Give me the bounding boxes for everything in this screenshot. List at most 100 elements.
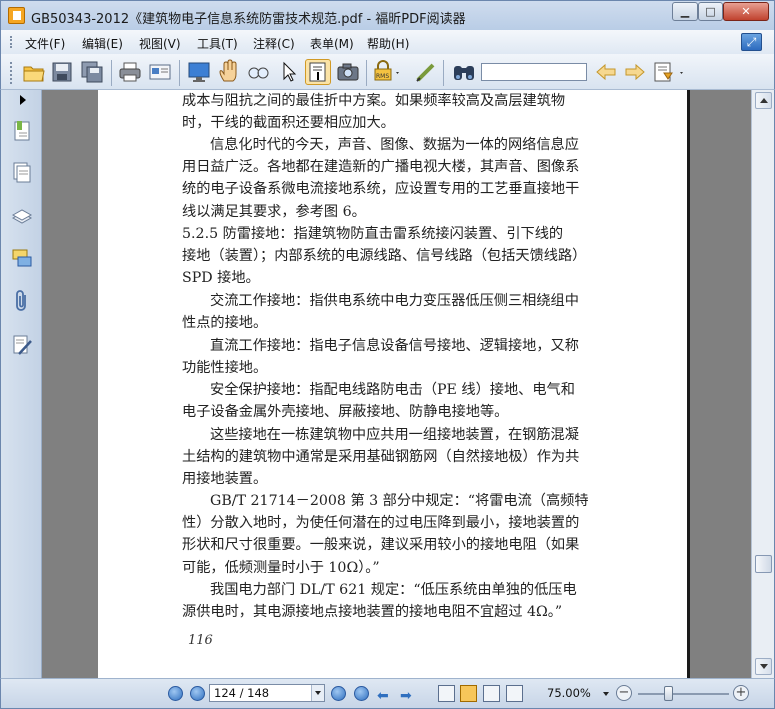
menu-form[interactable]: 表单(M) — [310, 35, 354, 52]
page-number-label: 116 — [188, 633, 213, 648]
page-dropdown-icon[interactable] — [311, 685, 324, 701]
zoom-in-icon[interactable]: + — [733, 685, 749, 701]
text-line: 直流工作接地：指电子信息设备信号接地、逻辑接地，又称 — [210, 338, 579, 354]
zoom-out-icon[interactable]: − — [616, 685, 632, 701]
text-line: 安全保护接地：指配电线路防电击（PE 线）接地、电气和 — [210, 382, 575, 398]
page-number-field[interactable]: 124 / 148 — [209, 684, 325, 702]
search-options-icon[interactable] — [652, 59, 683, 85]
close-button[interactable]: ✕ — [723, 2, 769, 21]
go-back-icon[interactable]: ⬅ — [377, 688, 389, 704]
menu-help[interactable]: 帮助(H) — [367, 35, 409, 52]
text-line: 时，干线的截面积还要相应加大。 — [182, 115, 395, 132]
minimize-button[interactable]: ▁ — [672, 2, 698, 21]
zoom-level[interactable]: 75.00% — [547, 686, 591, 700]
continuous-facing-view-icon[interactable] — [506, 685, 523, 702]
last-page-icon[interactable] — [354, 686, 369, 701]
email-icon[interactable] — [147, 59, 173, 85]
document-view[interactable]: 成本与阻抗之间的最佳折中方案。如果频率较高及高层建筑物 时，干线的截面积还要相应… — [42, 90, 751, 678]
bookmarks-icon[interactable] — [11, 119, 33, 143]
print-icon[interactable] — [117, 59, 143, 85]
vertical-scrollbar[interactable] — [751, 90, 775, 678]
paragraph: 我国电力部门 DL/T 621 规定：“低压系统由单独的低压电 源供电时，其电源… — [182, 579, 596, 623]
attachments-icon[interactable] — [11, 289, 33, 313]
save-icon[interactable] — [49, 59, 75, 85]
paragraph: 直流工作接地：指电子信息设备信号接地、逻辑接地，又称 功能性接地。 — [182, 335, 596, 379]
toolbar-grip — [10, 62, 12, 84]
next-page-icon[interactable] — [331, 686, 346, 701]
pdf-page: 成本与阻抗之间的最佳折中方案。如果频率较高及高层建筑物 时，干线的截面积还要相应… — [98, 90, 690, 678]
navigation-panel — [0, 90, 42, 678]
rms-icon[interactable]: RMS — [370, 59, 399, 85]
comments-icon[interactable] — [11, 247, 33, 271]
text-line: 功能性接地。 — [182, 360, 268, 377]
pages-icon[interactable] — [11, 161, 33, 185]
window-title: GB50343-2012《建筑物电子信息系统防雷技术规范.pdf - 福昕PDF… — [31, 12, 466, 27]
zoom-slider-track[interactable] — [638, 693, 729, 695]
select-arrow-icon[interactable] — [275, 59, 301, 85]
text-line: 用接地装置。 — [182, 471, 268, 488]
previous-page-icon[interactable] — [190, 686, 205, 701]
scroll-down-button[interactable] — [755, 658, 772, 675]
zoom-tool-icon[interactable] — [245, 59, 271, 85]
text-line: 线以满足其要求，参考图 6。 — [182, 203, 366, 220]
fullscreen-icon[interactable] — [186, 59, 212, 85]
text-line: 土结构的建筑物中通常是采用基础钢筋网（自然接地极）作为共 — [182, 449, 580, 466]
search-prev-icon[interactable] — [593, 59, 619, 85]
scrollbar-thumb[interactable] — [755, 555, 772, 573]
foxit-app-icon — [8, 7, 25, 24]
signatures-icon[interactable] — [11, 333, 33, 357]
paragraph: 交流工作接地：指供电系统中电力变压器低压侧三相绕组中 性点的接地。 — [182, 290, 596, 334]
expand-panel-arrow-icon[interactable] — [20, 95, 26, 105]
paragraph: 安全保护接地：指配电线路防电击（PE 线）接地、电气和 电子设备金属外壳接地、屏… — [182, 379, 596, 423]
paragraph: 成本与阻抗之间的最佳折中方案。如果频率较高及高层建筑物 时，干线的截面积还要相应… — [182, 90, 596, 134]
hand-tool-icon[interactable] — [216, 59, 242, 85]
text-select-icon[interactable] — [305, 59, 331, 85]
text-line: 用日益广泛。各地都在建造新的广播电视大楼，其声音、图像系 — [182, 159, 580, 176]
layers-icon[interactable] — [11, 204, 33, 228]
text-line: 我国电力部门 DL/T 621 规定：“低压系统由单独的低压电 — [210, 582, 577, 598]
text-line: 成本与阻抗之间的最佳折中方案。如果频率较高及高层建筑物 — [182, 93, 566, 109]
continuous-view-icon[interactable] — [460, 685, 477, 702]
save-all-icon[interactable] — [79, 59, 105, 85]
zoom-dropdown-icon[interactable] — [603, 692, 609, 696]
title-bar: GB50343-2012《建筑物电子信息系统防雷技术规范.pdf - 福昕PDF… — [0, 0, 775, 30]
menu-comment[interactable]: 注释(C) — [253, 35, 295, 52]
search-next-icon[interactable] — [622, 59, 648, 85]
menu-file[interactable]: 文件(F) — [25, 35, 65, 52]
go-forward-icon[interactable]: ➡ — [400, 688, 412, 704]
sign-icon[interactable] — [413, 59, 439, 85]
toolbar: RMS — [0, 54, 775, 90]
first-page-icon[interactable] — [168, 686, 183, 701]
toolbar-separator — [443, 60, 444, 86]
toolbar-separator — [111, 60, 112, 86]
zoom-slider-thumb[interactable] — [664, 686, 673, 701]
find-binoculars-icon[interactable] — [451, 59, 477, 85]
expand-window-icon[interactable]: ⤢ — [741, 33, 762, 51]
snapshot-icon[interactable] — [335, 59, 361, 85]
menu-edit[interactable]: 编辑(E) — [82, 35, 123, 52]
text-line: 性点的接地。 — [182, 315, 268, 332]
facing-view-icon[interactable] — [483, 685, 500, 702]
menu-tools[interactable]: 工具(T) — [197, 35, 238, 52]
scroll-up-button[interactable] — [755, 92, 772, 109]
text-line: 5.2.5 防雷接地：指建筑物防直击雷系统接闪装置、引下线的 — [182, 226, 564, 242]
text-line: SPD 接地。 — [182, 270, 260, 287]
text-line: 形状和尺寸很重要。一般来说，建议采用较小的接地电阻（如果 — [182, 537, 580, 554]
text-line: 这些接地在一栋建筑物中应共用一组接地装置，在钢筋混凝 — [210, 427, 579, 443]
text-line: 统的电子设备系微电流接地系统，应设置专用的工艺垂直接地干 — [182, 181, 580, 198]
page-number-text: 124 / 148 — [214, 686, 270, 700]
open-icon[interactable] — [21, 59, 47, 85]
text-line: 信息化时代的今天，声音、图像、数据为一体的网络信息应 — [210, 137, 579, 153]
single-page-view-icon[interactable] — [438, 685, 455, 702]
clause-5-2-5: 5.2.5 防雷接地：指建筑物防直击雷系统接闪装置、引下线的 接地（装置）；内部… — [182, 223, 596, 290]
status-bar: 124 / 148 ⬅ ➡ 75.00% − + — [0, 678, 775, 709]
maximize-button[interactable]: □ — [698, 2, 723, 21]
text-line: GB/T 21714－2008 第 3 部分中规定：“将雷电流（高频特 — [210, 493, 589, 509]
text-line: 交流工作接地：指供电系统中电力变压器低压侧三相绕组中 — [210, 293, 579, 309]
text-line: 电子设备金属外壳接地、屏蔽接地、防静电接地等。 — [182, 404, 509, 421]
menu-view[interactable]: 视图(V) — [139, 35, 181, 52]
search-input[interactable] — [481, 63, 587, 81]
text-line: 性）分散入地时，为使任何潜在的过电压降到最小，接地装置的 — [182, 515, 580, 532]
text-line: 源供电时，其电源接地点接地装置的接地电阻不宜超过 4Ω。” — [182, 604, 563, 621]
menu-grip — [10, 36, 12, 48]
